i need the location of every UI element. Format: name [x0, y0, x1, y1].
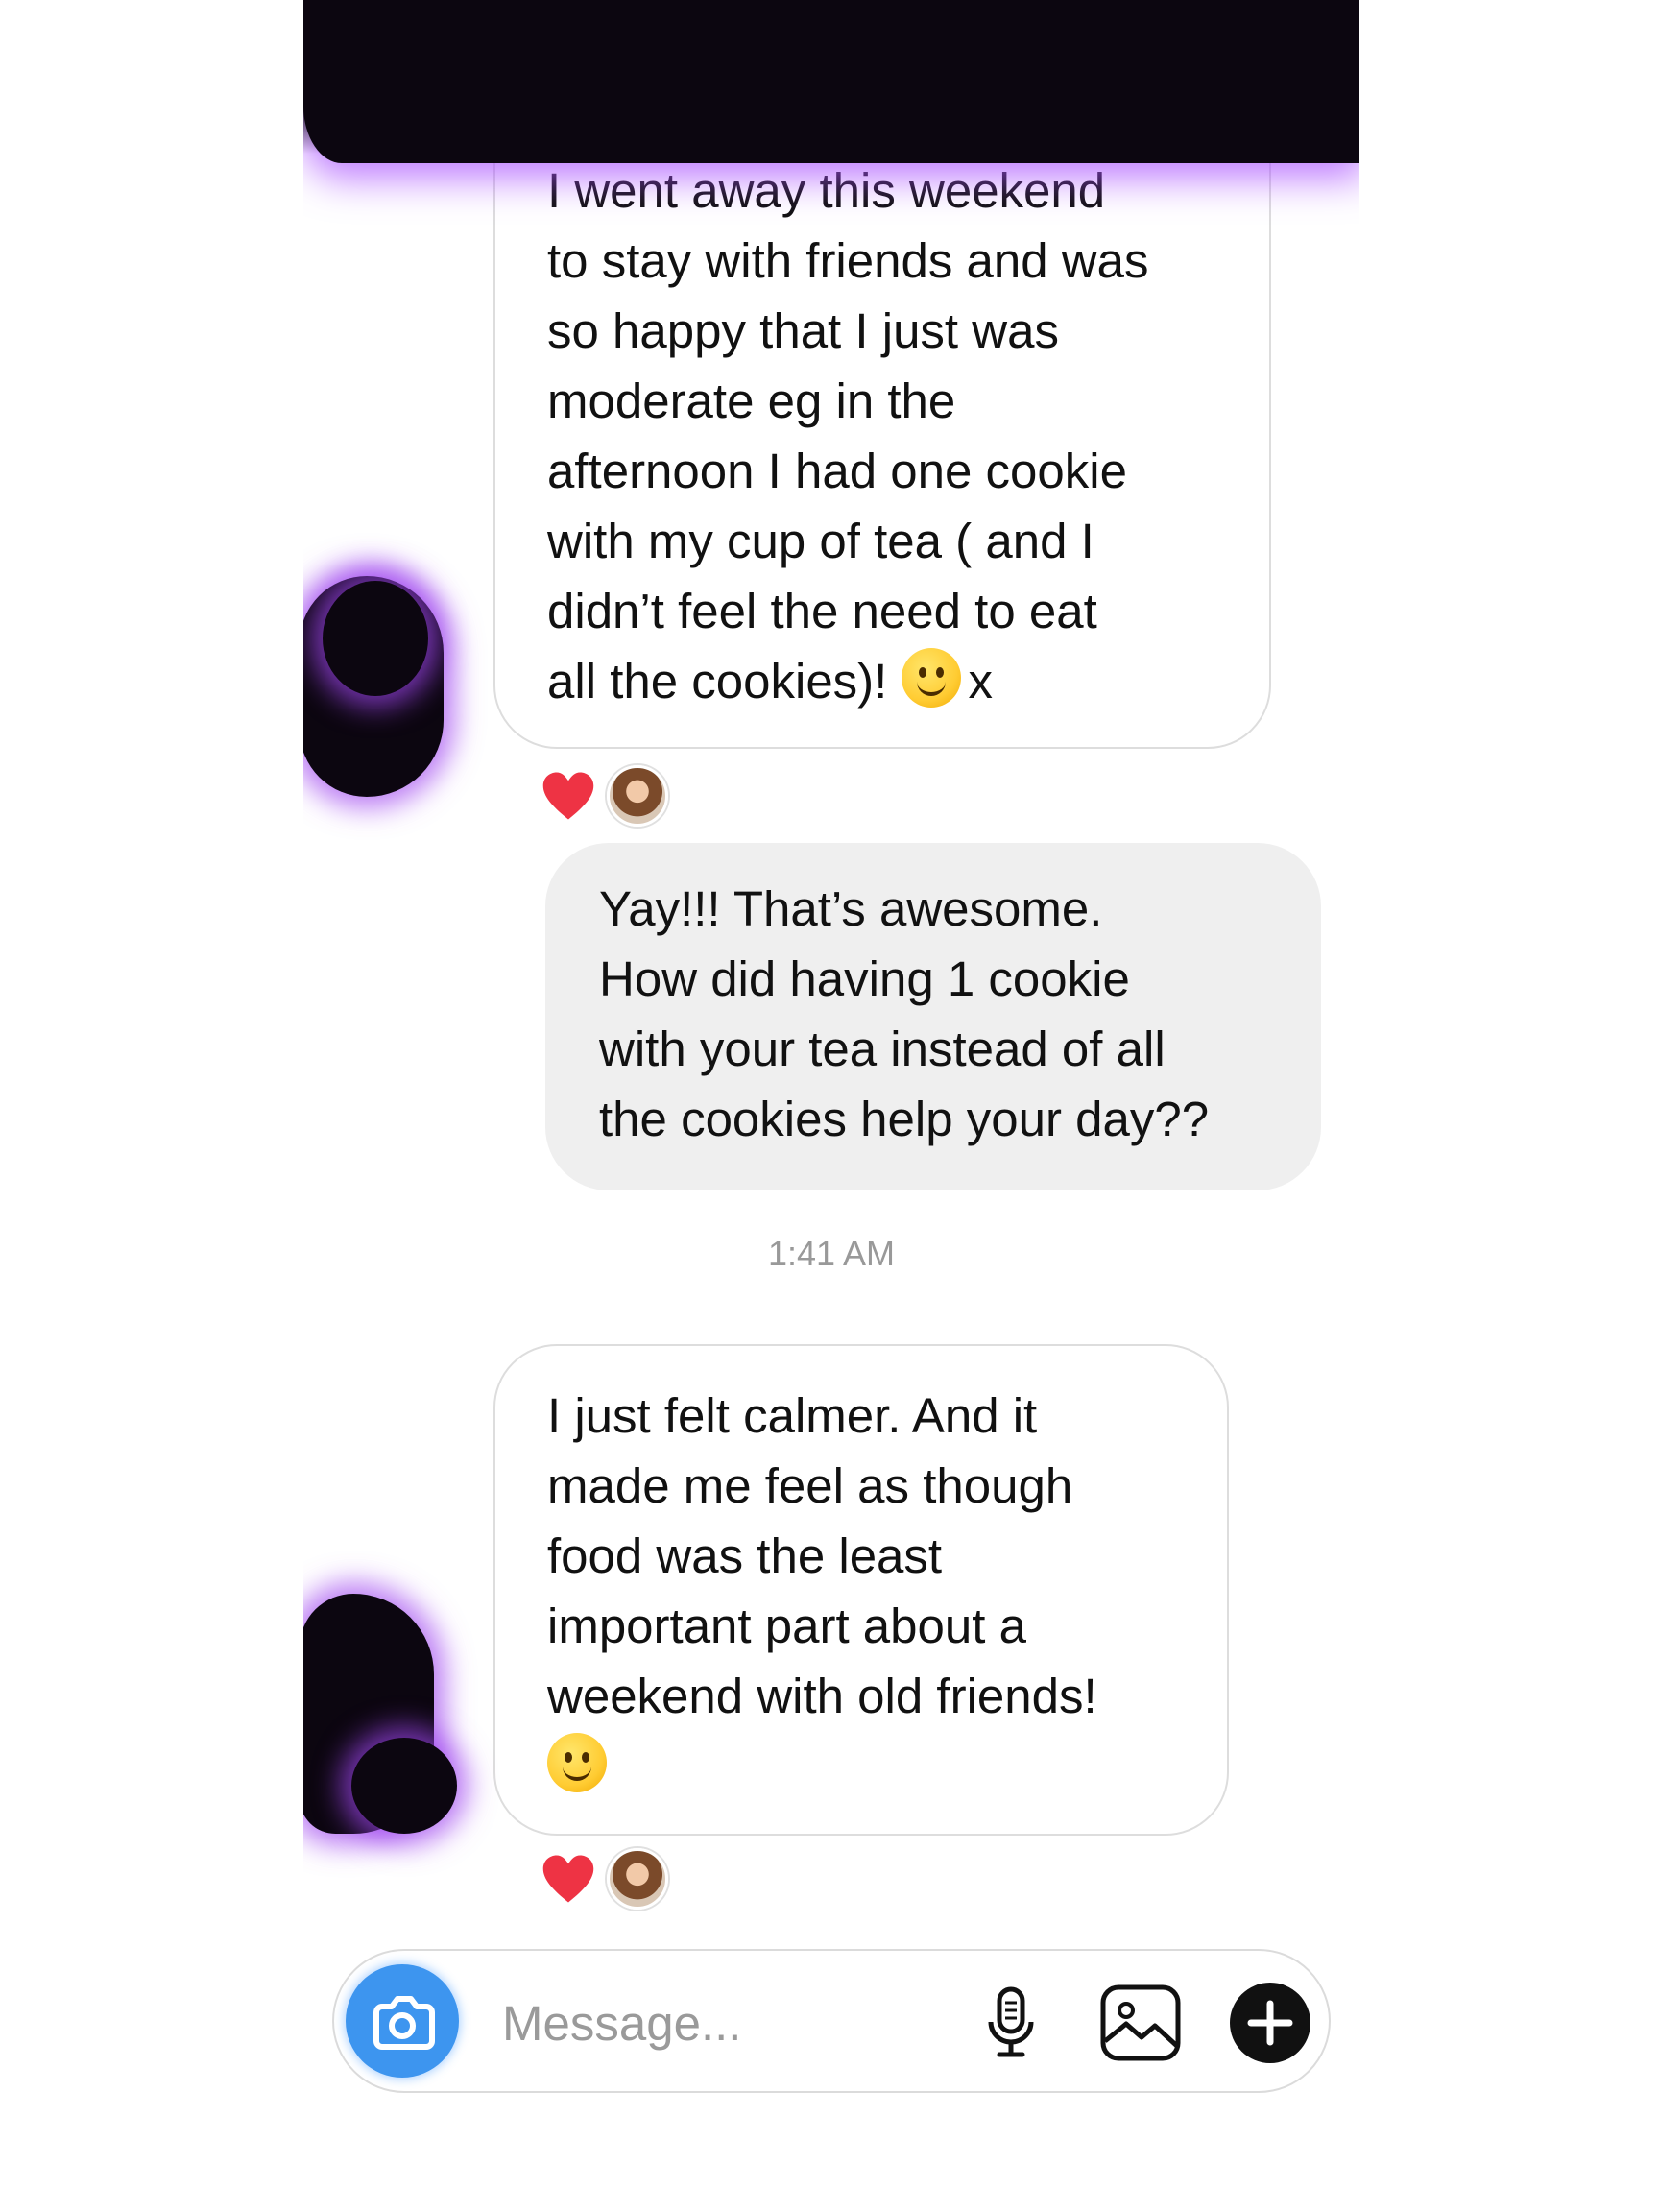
- heart-icon: [542, 1855, 594, 1903]
- camera-button[interactable]: [346, 1964, 459, 2078]
- message-line: I just felt calmer. And it: [547, 1388, 1038, 1443]
- message-line: moderate eg in the: [547, 373, 956, 428]
- redacted-header-fade: [303, 96, 1359, 154]
- redacted-avatar-part: [323, 581, 428, 696]
- message-line: all the cookies)! x: [547, 646, 1221, 716]
- message-line: weekend with old friends!: [547, 1669, 1097, 1723]
- outgoing-message-bubble[interactable]: Yay!!! That’s awesome. How did having 1 …: [545, 843, 1321, 1190]
- camera-icon: [373, 1996, 435, 2050]
- message-timestamp: 1:41 AM: [767, 1234, 896, 1273]
- voice-message-button[interactable]: [968, 1980, 1054, 2066]
- message-composer: [332, 1949, 1331, 2093]
- message-line: afternoon I had one cookie: [547, 444, 1127, 498]
- more-options-button[interactable]: [1227, 1980, 1313, 2066]
- slightly-smiling-face-emoji: [547, 1733, 607, 1792]
- message-line: with your tea instead of all: [599, 1022, 1166, 1076]
- message-line: I went away this weekend: [547, 163, 1106, 218]
- microphone-icon: [988, 1986, 1034, 2057]
- incoming-message-bubble[interactable]: I just felt calmer. And it made me feel …: [493, 1344, 1229, 1836]
- slightly-smiling-face-emoji: [901, 648, 961, 708]
- message-line: so happy that I just was: [547, 303, 1059, 358]
- message-line-text: all the cookies)!: [547, 654, 888, 709]
- gallery-button[interactable]: [1097, 1980, 1184, 2066]
- message-line: didn’t feel the need to eat: [547, 584, 1097, 638]
- message-input[interactable]: [502, 1989, 905, 2056]
- message-line: made me feel as though: [547, 1458, 1073, 1513]
- message-line: food was the least: [547, 1528, 943, 1583]
- redacted-avatar-part: [351, 1738, 457, 1834]
- message-line: Yay!!! That’s awesome.: [599, 881, 1103, 936]
- message-line: with my cup of tea ( and I: [547, 514, 1094, 568]
- reactor-avatar: [607, 1848, 668, 1910]
- message-reaction[interactable]: [541, 1848, 668, 1910]
- message-line: [547, 1731, 1179, 1801]
- gallery-icon: [1100, 1984, 1181, 2061]
- reactor-avatar: [607, 765, 668, 827]
- message-line: the cookies help your day??: [599, 1092, 1210, 1146]
- message-line: important part about a: [547, 1599, 1026, 1653]
- message-trailing-text: x: [968, 654, 994, 709]
- chat-screen: I went away this weekend to stay with fr…: [303, 0, 1359, 2212]
- heart-icon: [542, 772, 594, 820]
- message-reaction[interactable]: [541, 765, 668, 827]
- plus-icon: [1230, 1983, 1310, 2063]
- message-line: How did having 1 cookie: [599, 951, 1130, 1006]
- message-line: to stay with friends and was: [547, 233, 1149, 288]
